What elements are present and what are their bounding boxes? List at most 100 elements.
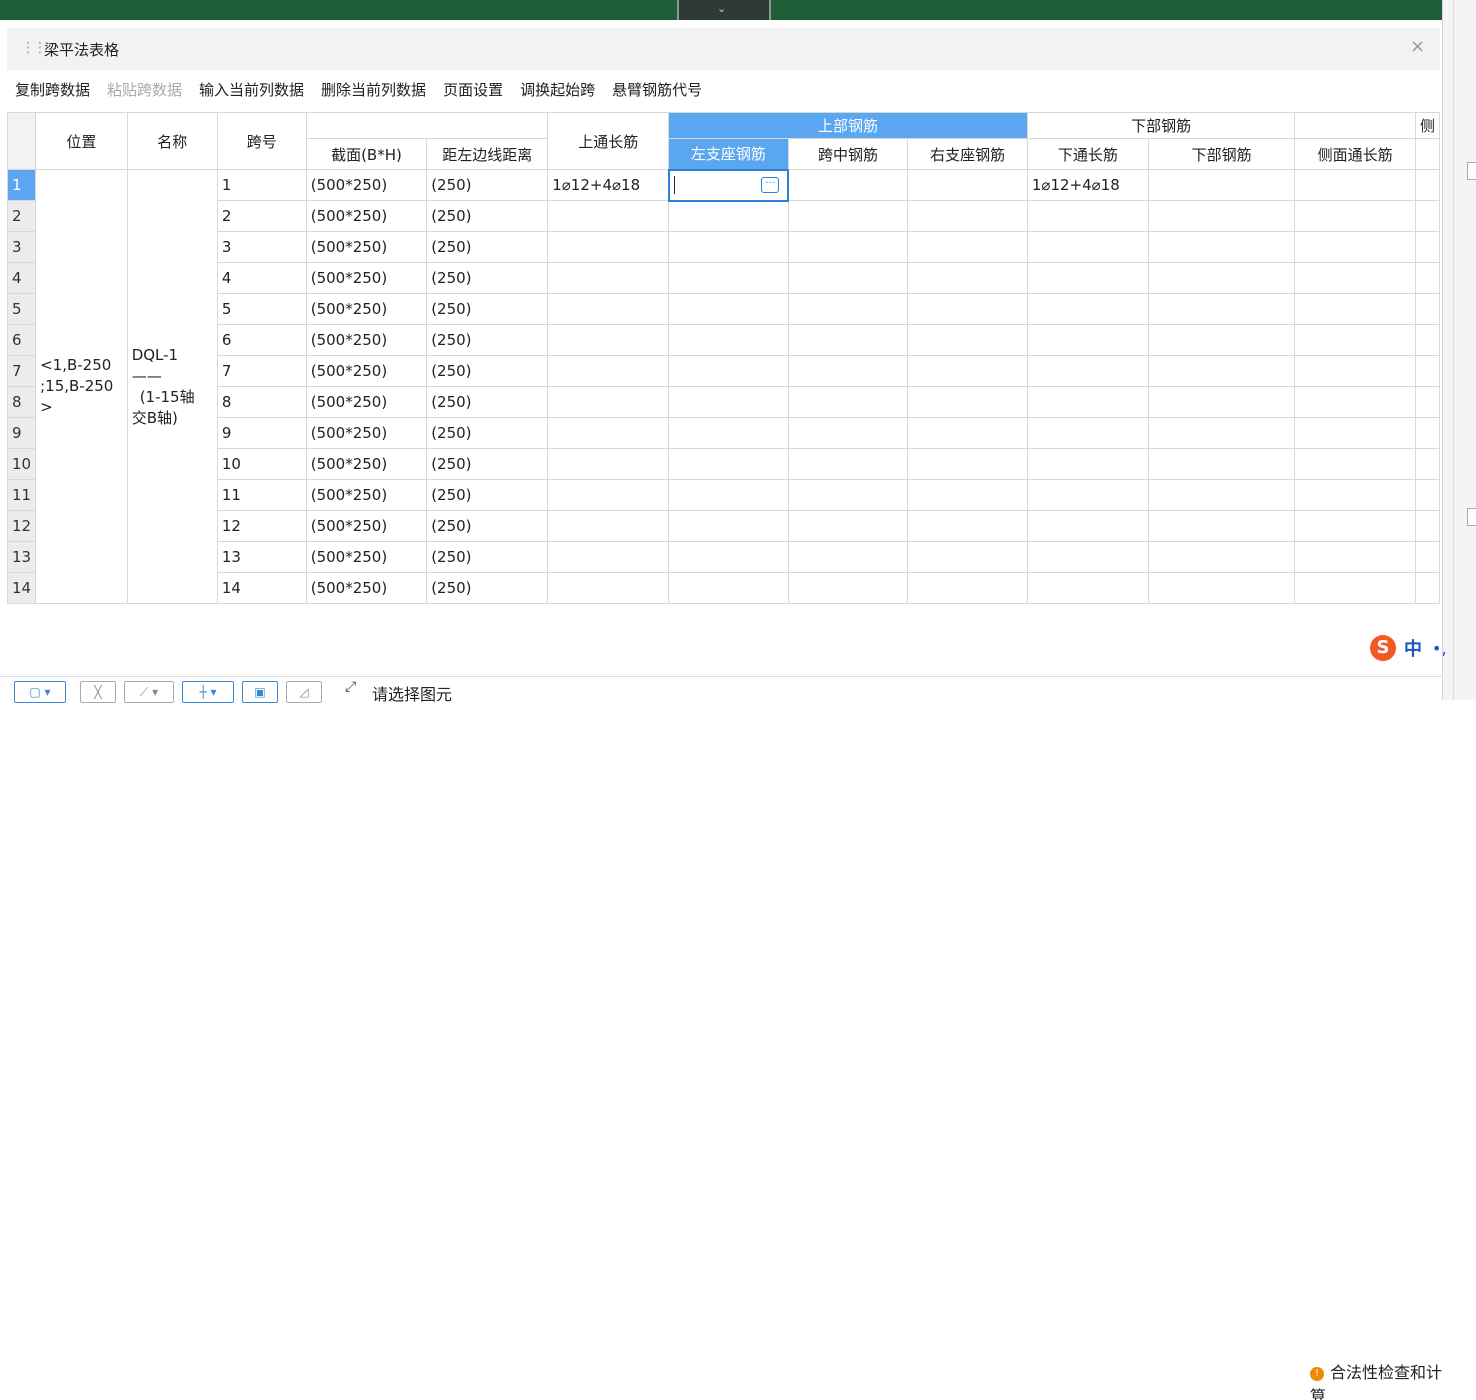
bottom-through-cell[interactable] — [1026, 386, 1149, 418]
top-through-cell[interactable] — [547, 231, 670, 263]
mid-span-cell[interactable] — [787, 541, 909, 573]
bottom-rebar-cell[interactable] — [1147, 200, 1296, 232]
bottom-through-cell[interactable] — [1026, 541, 1149, 573]
right-support-cell[interactable] — [907, 541, 1028, 573]
top-through-cell[interactable] — [547, 510, 670, 542]
table-row[interactable]: 12 12 (500*250) (250) — [6, 510, 1441, 542]
cut-cell[interactable] — [1414, 417, 1441, 449]
table-row[interactable]: 8 8 (500*250) (250) — [6, 386, 1441, 418]
right-support-cell[interactable] — [907, 386, 1028, 418]
cut-cell[interactable] — [1414, 324, 1441, 356]
span-cell[interactable]: 5 — [216, 293, 307, 325]
side-through-cell[interactable] — [1294, 324, 1416, 356]
left-support-cell[interactable] — [668, 510, 789, 542]
header-offset[interactable]: 距左边线距离 — [426, 138, 549, 170]
bottom-rebar-cell[interactable] — [1147, 262, 1296, 294]
mid-span-cell[interactable] — [787, 448, 909, 480]
right-support-cell[interactable] — [907, 417, 1028, 449]
offset-cell[interactable]: (250) — [426, 448, 549, 480]
right-support-cell[interactable] — [907, 572, 1028, 604]
ime-toolbar[interactable]: S 中 •, — [1370, 635, 1447, 661]
left-support-cell[interactable] — [668, 417, 789, 449]
offset-cell[interactable]: (250) — [426, 355, 549, 387]
span-cell[interactable]: 13 — [216, 541, 307, 573]
side-through-cell[interactable] — [1294, 169, 1416, 201]
span-cell[interactable]: 10 — [216, 448, 307, 480]
bottom-rebar-cell[interactable] — [1147, 324, 1296, 356]
row-number[interactable]: 13 — [6, 541, 37, 573]
section-cell[interactable]: (500*250) — [305, 324, 428, 356]
section-cell[interactable]: (500*250) — [305, 231, 428, 263]
side-through-cell[interactable] — [1294, 386, 1416, 418]
bottom-through-cell[interactable] — [1026, 293, 1149, 325]
validity-check-button[interactable]: ! 合法性检查和计算 — [1310, 1359, 1442, 1400]
header-bottom-rebar[interactable]: 下部钢筋 — [1147, 138, 1296, 170]
delete-column-button[interactable]: 删除当前列数据 — [321, 75, 426, 105]
table-row[interactable]: 9 9 (500*250) (250) — [6, 417, 1441, 449]
left-support-cell[interactable] — [668, 541, 789, 573]
swap-start-span-button[interactable]: 调换起始跨 — [520, 75, 595, 105]
mid-span-cell[interactable] — [787, 262, 909, 294]
cut-cell[interactable] — [1414, 355, 1441, 387]
mid-span-cell[interactable] — [787, 479, 909, 511]
top-through-cell[interactable] — [547, 448, 670, 480]
section-cell[interactable]: (500*250) — [305, 293, 428, 325]
header-upper-group[interactable]: 上部钢筋 — [668, 112, 1028, 139]
section-cell[interactable]: (500*250) — [305, 541, 428, 573]
header-cut[interactable]: 侧 — [1414, 112, 1441, 139]
close-icon[interactable]: × — [1410, 36, 1425, 57]
side-through-cell[interactable] — [1294, 448, 1416, 480]
left-support-cell[interactable] — [668, 231, 789, 263]
mid-span-cell[interactable] — [787, 572, 909, 604]
left-support-cell[interactable] — [668, 262, 789, 294]
side-through-cell[interactable] — [1294, 417, 1416, 449]
bottom-rebar-cell[interactable] — [1147, 293, 1296, 325]
span-cell[interactable]: 6 — [216, 324, 307, 356]
left-support-cell[interactable]: ··· — [667, 168, 790, 202]
header-position[interactable]: 位置 — [35, 112, 128, 170]
name-cell[interactable]: DQL-1 —— (1-15轴 交B轴) — [126, 169, 218, 604]
side-through-cell[interactable] — [1294, 262, 1416, 294]
span-cell[interactable]: 2 — [216, 200, 307, 232]
bottom-through-cell[interactable] — [1026, 417, 1149, 449]
copy-span-button[interactable]: 复制跨数据 — [15, 75, 90, 105]
cut-cell[interactable] — [1414, 200, 1441, 232]
bottom-through-cell[interactable] — [1026, 231, 1149, 263]
table-row[interactable]: 7 7 (500*250) (250) — [6, 355, 1441, 387]
table-row[interactable]: 4 4 (500*250) (250) — [6, 262, 1441, 294]
right-support-cell[interactable] — [907, 200, 1028, 232]
bottom-rebar-cell[interactable] — [1147, 572, 1296, 604]
top-through-cell[interactable] — [547, 324, 670, 356]
left-support-cell[interactable] — [668, 479, 789, 511]
section-cell[interactable]: (500*250) — [305, 386, 428, 418]
side-through-cell[interactable] — [1294, 479, 1416, 511]
section-cell[interactable]: (500*250) — [305, 510, 428, 542]
offset-cell[interactable]: (250) — [426, 386, 549, 418]
offset-cell[interactable]: (250) — [426, 541, 549, 573]
row-number[interactable]: 2 — [6, 200, 37, 232]
span-cell[interactable]: 3 — [216, 231, 307, 263]
span-cell[interactable]: 7 — [216, 355, 307, 387]
row-number[interactable]: 12 — [6, 510, 37, 542]
corner-cell[interactable] — [6, 112, 37, 170]
section-cell[interactable]: (500*250) — [305, 169, 428, 201]
cut-cell[interactable] — [1414, 386, 1441, 418]
top-through-cell[interactable] — [547, 572, 670, 604]
row-number[interactable]: 9 — [6, 417, 37, 449]
section-cell[interactable]: (500*250) — [305, 200, 428, 232]
table-row[interactable]: 11 11 (500*250) (250) — [6, 479, 1441, 511]
right-support-cell[interactable] — [907, 262, 1028, 294]
bottom-through-cell[interactable] — [1026, 200, 1149, 232]
table-row[interactable]: 14 14 (500*250) (250) — [6, 572, 1441, 604]
header-section[interactable]: 截面(B*H) — [305, 138, 428, 170]
ellipsis-button[interactable]: ··· — [761, 176, 780, 193]
section-cell[interactable]: (500*250) — [305, 572, 428, 604]
header-mid-span[interactable]: 跨中钢筋 — [787, 138, 909, 170]
table-row[interactable]: 10 10 (500*250) (250) — [6, 448, 1441, 480]
left-support-cell[interactable] — [668, 448, 789, 480]
cut-cell[interactable] — [1414, 541, 1441, 573]
header-top-through[interactable]: 上通长筋 — [547, 112, 670, 170]
row-number[interactable]: 3 — [6, 231, 37, 263]
drag-grip-icon[interactable]: ⋮⋮ — [21, 40, 47, 56]
table-row[interactable]: 13 13 (500*250) (250) — [6, 541, 1441, 573]
